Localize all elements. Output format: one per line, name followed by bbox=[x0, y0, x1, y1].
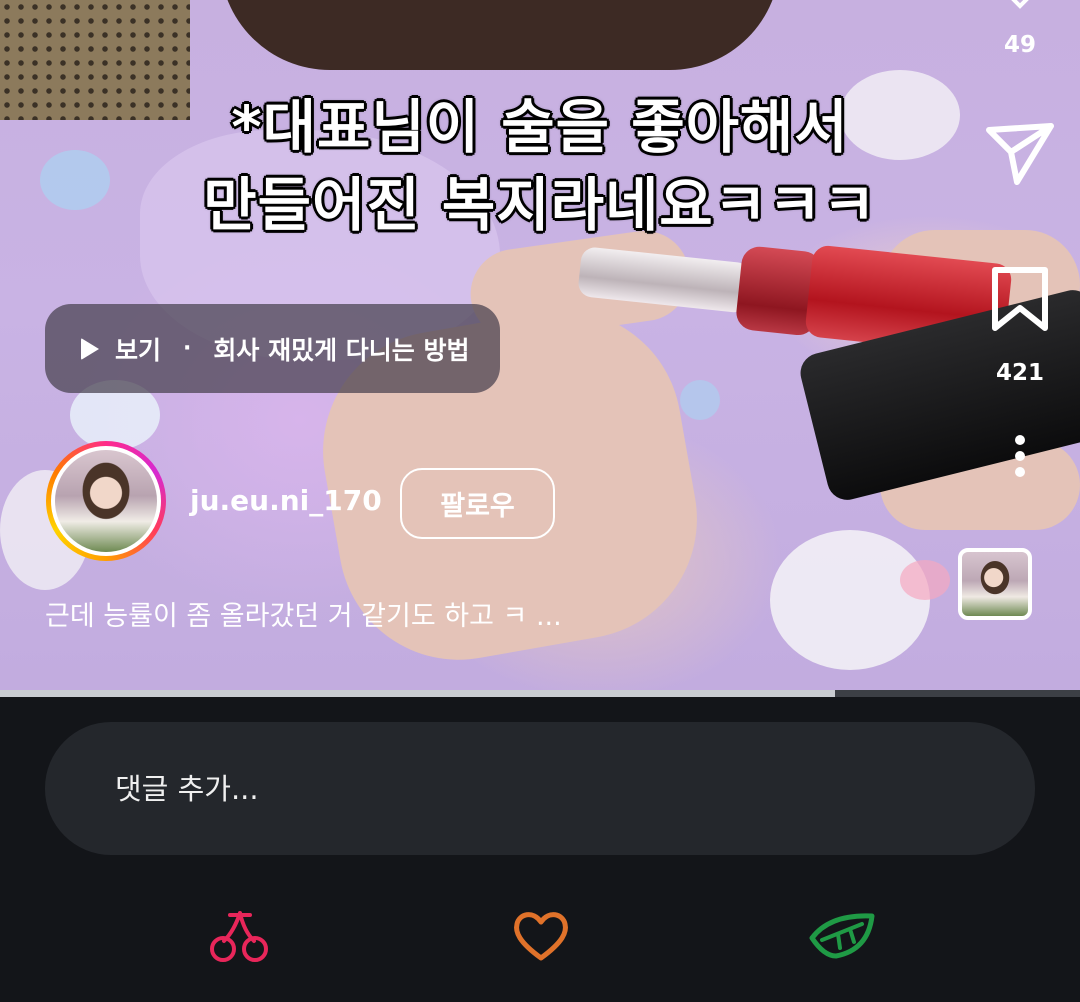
post-caption[interactable]: 근데 능률이 좀 올라갔던 거 같기도 하고 ㅋ ... bbox=[45, 594, 562, 633]
top-action[interactable]: 49 bbox=[960, 0, 1080, 58]
video-caption-overlay: *대표님이 술을 좋아해서 만들어진 복지라네요ㅋㅋㅋ bbox=[0, 88, 1080, 244]
caption-line-1: *대표님이 술을 좋아해서 bbox=[231, 93, 849, 161]
chevron-icon bbox=[1011, 0, 1029, 9]
send-icon bbox=[986, 123, 1054, 185]
watch-series-chip[interactable]: 보기 · 회사 재밌게 다니는 방법 bbox=[45, 304, 500, 393]
bookmark-button[interactable]: 421 bbox=[960, 266, 1080, 386]
pattern-dot bbox=[900, 560, 950, 600]
watch-label: 보기 bbox=[115, 335, 162, 365]
avatar-image bbox=[55, 450, 157, 552]
follow-button[interactable]: 팔로우 bbox=[400, 468, 555, 539]
caption-line-2: 만들어진 복지라네요ㅋㅋㅋ bbox=[203, 171, 877, 239]
cherry-icon bbox=[210, 911, 268, 962]
pattern-dot bbox=[770, 530, 930, 670]
reel-video[interactable]: *대표님이 술을 좋아해서 만들어진 복지라네요ㅋㅋㅋ 보기 · 회사 재밌게 … bbox=[0, 0, 1080, 690]
pattern-dot bbox=[680, 380, 720, 420]
more-options-button[interactable] bbox=[960, 434, 1080, 478]
chip-separator: · bbox=[183, 336, 192, 361]
play-icon bbox=[81, 337, 99, 360]
top-count: 49 bbox=[1003, 32, 1036, 58]
nav-heart-button[interactable] bbox=[506, 906, 576, 966]
comment-input[interactable] bbox=[115, 771, 915, 806]
nav-cherry-button[interactable] bbox=[204, 906, 274, 966]
leaf-icon bbox=[809, 913, 875, 959]
bookmark-icon bbox=[992, 267, 1048, 331]
nav-leaf-button[interactable] bbox=[808, 906, 878, 966]
comment-box[interactable] bbox=[45, 722, 1035, 855]
audio-thumbnail[interactable] bbox=[958, 548, 1032, 620]
series-title: 회사 재밌게 다니는 방법 bbox=[213, 335, 470, 365]
bookmark-count: 421 bbox=[995, 360, 1044, 386]
avatar[interactable] bbox=[46, 441, 166, 561]
username[interactable]: ju.eu.ni_170 bbox=[190, 484, 382, 517]
heart-icon bbox=[514, 912, 568, 961]
more-options-icon bbox=[1015, 435, 1025, 477]
video-progress-fill bbox=[0, 690, 835, 697]
bottom-navigation bbox=[0, 880, 1080, 1002]
share-button[interactable] bbox=[960, 118, 1080, 188]
video-hair bbox=[220, 0, 780, 70]
video-progress-bar[interactable] bbox=[0, 690, 1080, 697]
